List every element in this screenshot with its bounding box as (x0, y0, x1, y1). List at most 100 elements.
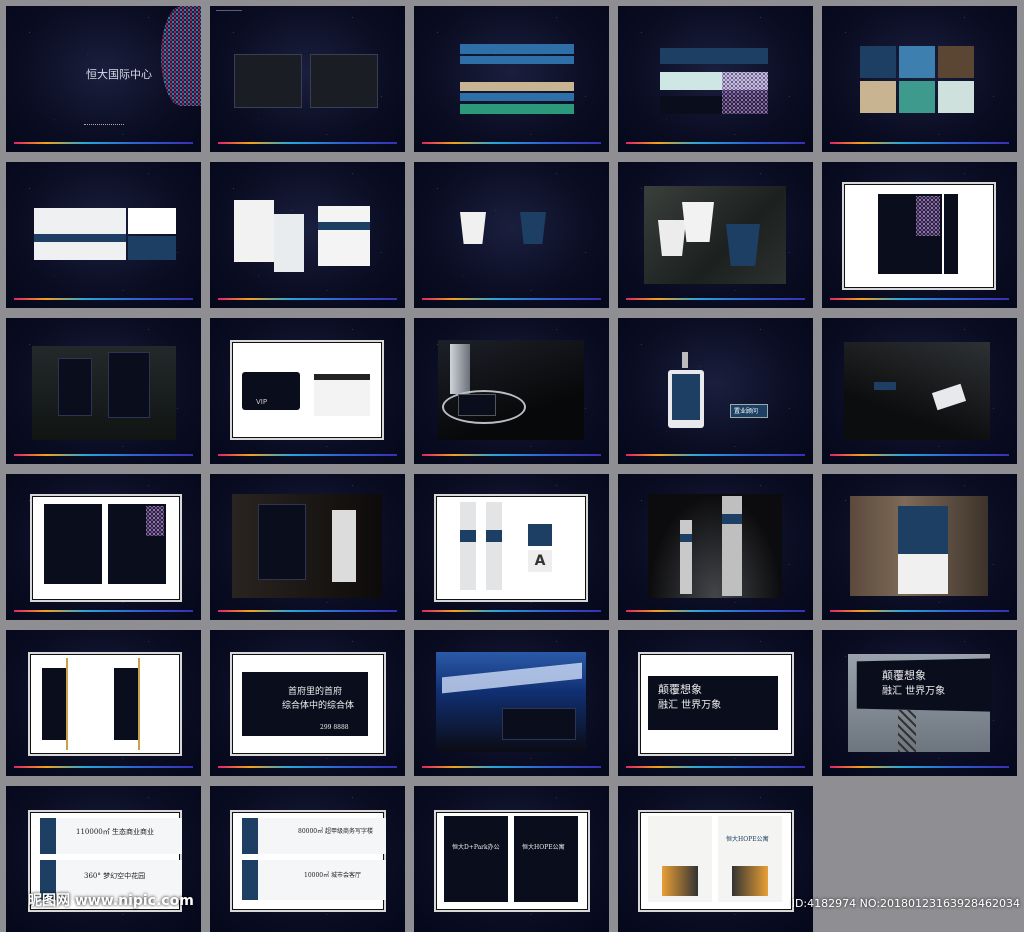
slide-paper-cups[interactable] (414, 162, 609, 308)
print-ad2-line1: 80000㎡ 超甲级商务写字楼 (298, 828, 373, 835)
banner-left (42, 668, 66, 740)
slide-color-bars[interactable] (414, 6, 609, 152)
cup-photo-2 (682, 202, 714, 242)
billboard2-line1: 颠覆想象 (658, 683, 702, 696)
slide-vip-photo[interactable] (414, 318, 609, 464)
bags-photo (32, 346, 176, 440)
cup-white (460, 212, 486, 244)
card-navy (128, 236, 176, 260)
sign-navy (528, 524, 552, 546)
highway-line2: 融汇 世界万象 (882, 686, 946, 697)
print-ad3-left: 恒大D+Park办公 (452, 844, 500, 851)
rainbow-strip (626, 766, 805, 768)
vip-label: VIP (256, 398, 268, 406)
slide-print-ad-1[interactable]: 110000㎡ 生态商业商业 360° 梦幻空中花园 (6, 786, 201, 932)
cover-dots (84, 124, 124, 128)
billboard2-line2: 融汇 世界万象 (658, 700, 722, 711)
print-ad1-line1: 110000㎡ 生态商业商业 (76, 828, 154, 836)
slide-cover[interactable]: 恒大国际中心 (6, 6, 201, 152)
swatch-sand (860, 81, 896, 113)
logo-grid-white (310, 54, 378, 108)
poster-particles (146, 506, 164, 536)
color-bar-4 (460, 93, 574, 101)
tower-small (680, 520, 692, 594)
vip-card-back (314, 374, 370, 416)
swatch-teal (899, 81, 935, 113)
vip-light (450, 344, 470, 394)
bag-left (58, 358, 92, 416)
tower-stage (648, 494, 782, 598)
slide-poster-frame[interactable] (822, 162, 1017, 308)
rainbow-strip (422, 610, 601, 612)
building-banner (502, 708, 576, 740)
slide-grid-logos[interactable] (210, 6, 405, 152)
swatch-brown (938, 46, 974, 78)
rainbow-strip (14, 766, 193, 768)
slide-wayfinding[interactable]: A (414, 474, 609, 620)
envelope-wide (318, 206, 370, 266)
signage-bg (232, 494, 382, 598)
tower-large (722, 496, 742, 596)
tower-large-band (722, 514, 742, 524)
slide-banners-pair[interactable] (6, 630, 201, 776)
color-bar-1 (460, 44, 574, 54)
wall-sign-navy (898, 506, 948, 554)
slide-print-ad-2[interactable]: 80000㎡ 超甲级商务写字楼 10000㎡ 城市会客厅 (210, 786, 405, 932)
slide-swatches[interactable] (822, 6, 1017, 152)
slide-building-night[interactable] (414, 630, 609, 776)
billboard-headline-2: 综合体中的综合体 (282, 701, 355, 711)
tower-small-band (680, 534, 692, 542)
rainbow-strip (218, 142, 397, 144)
lanyard-clip (682, 352, 688, 368)
slide-vip-card[interactable]: VIP (210, 318, 405, 464)
rainbow-strip (422, 298, 601, 300)
pin-photo (874, 382, 896, 390)
slide-tower-signs[interactable] (618, 474, 813, 620)
slide-badge-photo[interactable] (822, 318, 1017, 464)
rainbow-strip (14, 142, 193, 144)
slide-cups-photo[interactable] (618, 162, 813, 308)
highway-line1: 颠覆想象 (882, 669, 926, 682)
slide-highway-billboard[interactable]: 颠覆想象 融汇 世界万象 (822, 630, 1017, 776)
rainbow-strip (422, 142, 601, 144)
rainbow-strip (626, 610, 805, 612)
slide-shopping-bags[interactable] (6, 318, 201, 464)
print-ad1-line2: 360° 梦幻空中花园 (84, 872, 146, 880)
sign-letter: A (528, 550, 552, 572)
suit-photo (844, 342, 990, 440)
column-1-band (460, 530, 476, 542)
slide-print-ads-3[interactable]: 恒大D+Park办公 恒大HOPE公寓 (414, 786, 609, 932)
banner-right-pole (138, 658, 140, 750)
slide-badge[interactable]: 置业顾问 (618, 318, 813, 464)
rainbow-strip (830, 610, 1009, 612)
slide-business-card[interactable] (6, 162, 201, 308)
watermark-left: 昵图网 www.nipic.com (28, 893, 194, 909)
billboard-phone: 299 8888 (320, 724, 349, 731)
envelope-flap (318, 222, 370, 230)
billboard-pole (898, 710, 916, 752)
print-ad4-right: 恒大HOPE公寓 (726, 836, 769, 843)
badge-name: 置业顾问 (734, 408, 759, 415)
slide-print-ads-4[interactable]: 恒大HOPE公寓 (618, 786, 813, 932)
slide-billboard-1[interactable]: 首府里的首府 综合体中的综合体 299 8888 (210, 630, 405, 776)
rainbow-strip (14, 610, 193, 612)
rainbow-strip (422, 454, 601, 456)
watermark-right: ID:4182974 NO:20180123163928462034 (791, 897, 1020, 910)
slide-envelope[interactable] (210, 162, 405, 308)
bag-right (108, 352, 150, 418)
rainbow-strip (626, 142, 805, 144)
highway-board (856, 658, 992, 712)
rainbow-strip (218, 610, 397, 612)
slide-billboard-2[interactable]: 颠覆想象 融汇 世界万象 (618, 630, 813, 776)
badge-card (672, 374, 700, 420)
pattern-dots (722, 72, 768, 114)
slide-signage-photo[interactable] (210, 474, 405, 620)
rainbow-strip (626, 454, 805, 456)
slide-wall-sign[interactable] (822, 474, 1017, 620)
column-1 (460, 502, 476, 590)
slide-posters-pair[interactable] (6, 474, 201, 620)
vip-card-front (242, 372, 300, 410)
white-frame (434, 494, 588, 602)
slide-pattern-bars[interactable] (618, 6, 813, 152)
color-bar-2 (460, 56, 574, 64)
